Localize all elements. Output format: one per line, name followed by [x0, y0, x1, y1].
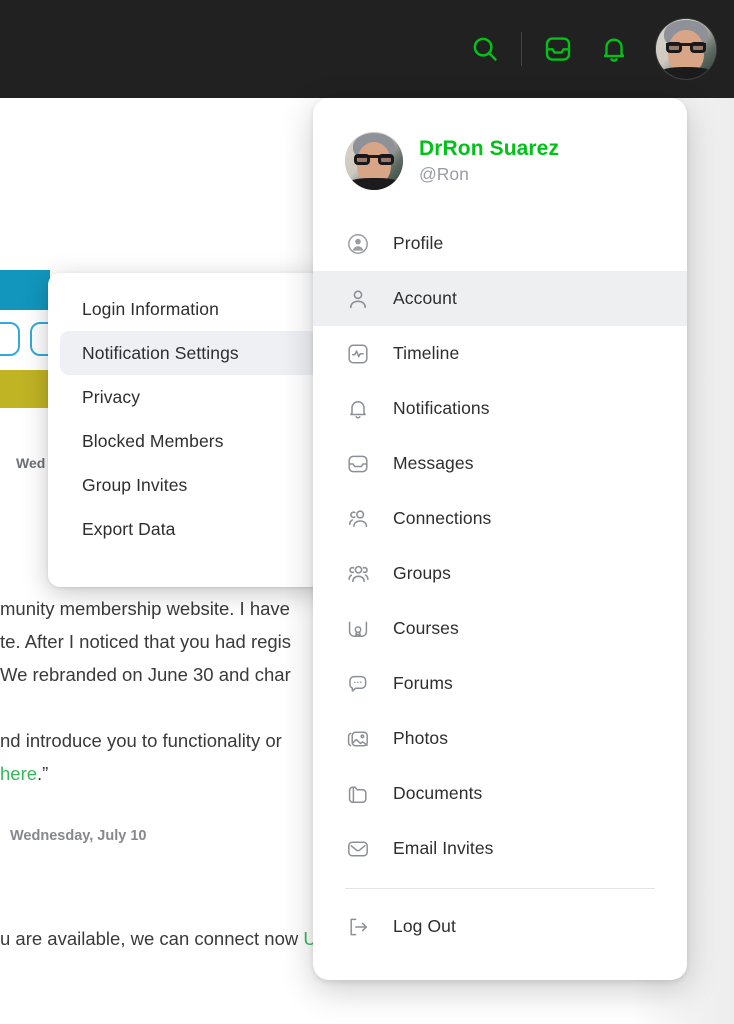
dropdown-item-groups[interactable]: Groups: [313, 546, 687, 601]
background-day-label: Wed: [16, 455, 46, 471]
logout-arrow-icon: [345, 914, 371, 940]
avatar-button[interactable]: [656, 19, 716, 79]
account-dropdown-menu: DrRon Suarez @Ron Profile Account Timeli…: [313, 98, 687, 980]
nav-divider: [521, 32, 522, 66]
dropdown-divider: [345, 888, 655, 889]
chat-bubble-icon: [345, 671, 371, 697]
messages-inbox-icon: [543, 34, 573, 64]
dropdown-item-timeline[interactable]: Timeline: [313, 326, 687, 381]
bell-icon: [345, 396, 371, 422]
submenu-item-label: Group Invites: [82, 474, 188, 495]
dropdown-item-label: Account: [393, 288, 457, 308]
submenu-item-label: Privacy: [82, 386, 141, 407]
dropdown-item-label: Groups: [393, 563, 451, 583]
background-message-text: munity membership website. I have te. Af…: [0, 592, 340, 790]
folder-icon: [345, 781, 371, 807]
dropdown-item-account[interactable]: Account: [313, 271, 687, 326]
background-pill: [0, 322, 20, 356]
background-blue-strip: [0, 270, 50, 310]
dropdown-item-list: Profile Account Timeline Notifications M…: [313, 208, 687, 954]
dropdown-item-label: Courses: [393, 618, 459, 638]
background-message-line: We rebranded on June 30 and char: [0, 664, 291, 685]
submenu-item-label: Blocked Members: [82, 430, 224, 451]
submenu-item-login-information[interactable]: Login Information: [60, 287, 318, 331]
background-message-line: munity membership website. I have: [0, 598, 290, 619]
search-icon: [470, 34, 500, 64]
dropdown-item-label: Messages: [393, 453, 474, 473]
avatar-image: [656, 19, 716, 79]
dropdown-item-label: Profile: [393, 233, 444, 253]
activity-pulse-icon: [345, 341, 371, 367]
dropdown-item-courses[interactable]: Courses: [313, 601, 687, 656]
images-icon: [345, 726, 371, 752]
submenu-item-label: Login Information: [82, 298, 219, 319]
dropdown-avatar: [345, 132, 403, 190]
dropdown-item-messages[interactable]: Messages: [313, 436, 687, 491]
dropdown-item-profile[interactable]: Profile: [313, 216, 687, 271]
dropdown-item-label: Timeline: [393, 343, 460, 363]
award-badge-icon: [345, 616, 371, 642]
background-message-gap: [0, 691, 340, 724]
submenu-item-label: Notification Settings: [82, 342, 239, 363]
dropdown-item-label: Photos: [393, 728, 449, 748]
background-message-line: nd introduce you to functionality or: [0, 730, 282, 751]
submenu-item-privacy[interactable]: Privacy: [60, 375, 318, 419]
dropdown-user-header[interactable]: DrRon Suarez @Ron: [313, 98, 687, 208]
search-button[interactable]: [457, 21, 513, 77]
submenu-item-blocked-members[interactable]: Blocked Members: [60, 419, 318, 463]
background-message-text-2: u are available, we can connect now U5Cb…: [0, 922, 606, 956]
user-display-name: DrRon Suarez: [419, 137, 560, 160]
notifications-button[interactable]: [586, 21, 642, 77]
background-message-line-with-link: here.”: [0, 763, 49, 784]
dropdown-item-connections[interactable]: Connections: [313, 491, 687, 546]
avatar-image: [345, 132, 403, 190]
envelope-icon: [345, 836, 371, 862]
background-yellow-strip: [0, 370, 50, 408]
dropdown-user-names: DrRon Suarez @Ron: [419, 137, 559, 185]
dropdown-item-label: Notifications: [393, 398, 490, 418]
submenu-item-export-data[interactable]: Export Data: [60, 507, 318, 551]
three-users-icon: [345, 561, 371, 587]
submenu-item-group-invites[interactable]: Group Invites: [60, 463, 318, 507]
background-message-line: te. After I noticed that you had regis: [0, 631, 292, 652]
dropdown-item-label: Connections: [393, 508, 492, 528]
submenu-item-notification-settings[interactable]: Notification Settings: [60, 331, 318, 375]
dropdown-item-label: Documents: [393, 783, 483, 803]
dropdown-item-label: Log Out: [393, 916, 456, 936]
dropdown-item-email-invites[interactable]: Email Invites: [313, 821, 687, 876]
dropdown-item-log-out[interactable]: Log Out: [313, 899, 687, 954]
background-message-line: u are available, we can connect now: [0, 928, 299, 949]
app-root: Wed munity membership website. I have te…: [0, 0, 734, 1024]
user-outline-icon: [345, 286, 371, 312]
dropdown-item-forums[interactable]: Forums: [313, 656, 687, 711]
notifications-bell-icon: [599, 34, 629, 64]
dropdown-item-label: Email Invites: [393, 838, 494, 858]
dropdown-item-documents[interactable]: Documents: [313, 766, 687, 821]
profile-avatar-icon: [345, 231, 371, 257]
dropdown-item-label: Forums: [393, 673, 453, 693]
background-inline-link[interactable]: here: [0, 763, 37, 784]
nav-icon-group: [457, 19, 716, 79]
dropdown-item-notifications[interactable]: Notifications: [313, 381, 687, 436]
messages-button[interactable]: [530, 21, 586, 77]
settings-submenu: Login Information Notification Settings …: [48, 273, 330, 587]
submenu-item-label: Export Data: [82, 518, 176, 539]
inbox-icon: [345, 451, 371, 477]
dropdown-item-photos[interactable]: Photos: [313, 711, 687, 766]
user-handle: @Ron: [419, 164, 469, 184]
two-users-icon: [345, 506, 371, 532]
background-date-label: Wednesday, July 10: [10, 828, 147, 844]
top-navigation-bar: [0, 0, 734, 98]
